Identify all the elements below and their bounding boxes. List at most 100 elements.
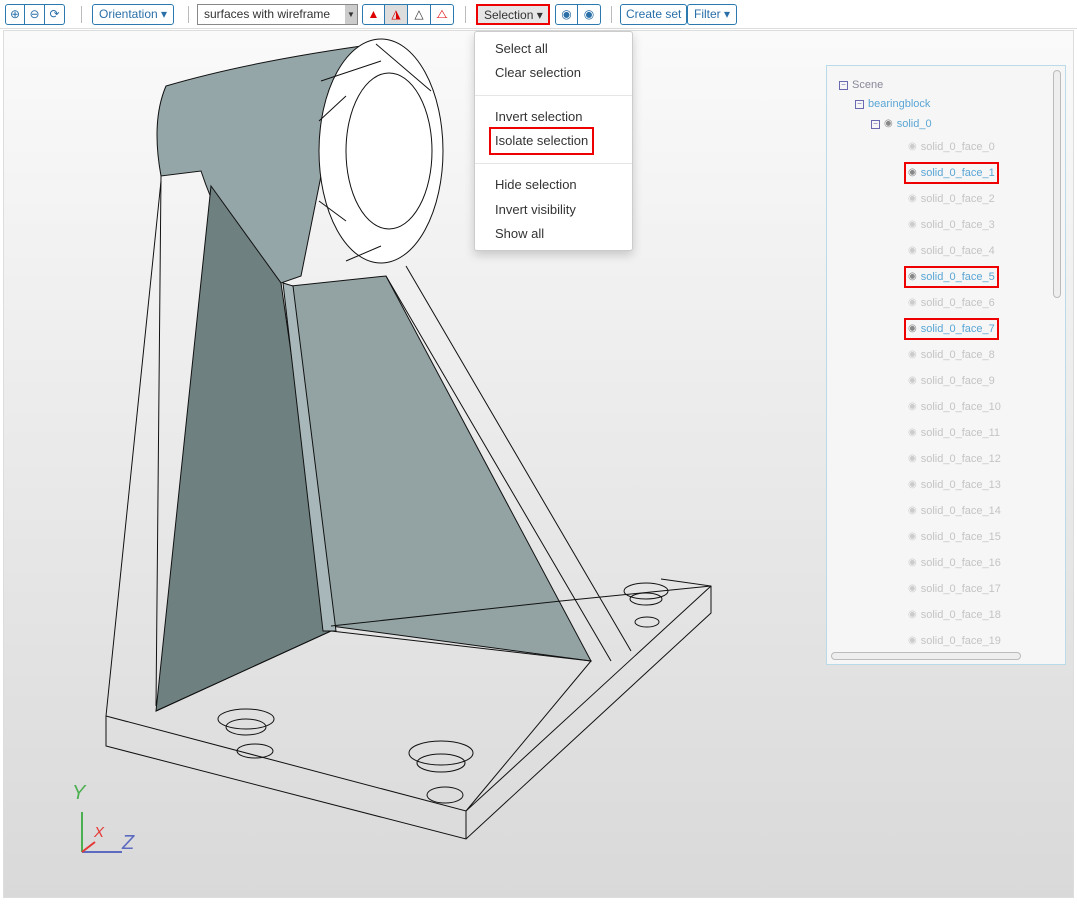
tree-node-face[interactable]: ◉ solid_0_face_19 <box>908 634 1001 648</box>
eye-icon[interactable]: ◉ <box>908 530 917 544</box>
tree-node-label: solid_0_face_10 <box>920 401 1001 413</box>
vertical-scrollbar[interactable] <box>1053 70 1061 298</box>
tree-node-face[interactable]: ◉ solid_0_face_15 <box>908 530 1001 544</box>
shading-group: ▲ ◮ △ ⧍ <box>362 4 454 25</box>
tree-node-label: solid_0_face_12 <box>920 453 1001 465</box>
tree-node-face[interactable]: ◉ solid_0_face_6 <box>908 296 995 310</box>
eye-icon[interactable]: ◉ <box>908 270 917 284</box>
eye-icon[interactable]: ◉ <box>908 634 917 648</box>
tree-node-face[interactable]: ◉ solid_0_face_10 <box>908 400 1001 414</box>
collapse-icon[interactable]: − <box>871 119 880 129</box>
tree-node-label: solid_0_face_16 <box>920 557 1001 569</box>
collapse-icon[interactable]: − <box>855 99 864 109</box>
eye-icon[interactable]: ◉ <box>908 166 917 180</box>
tree-node-label: solid_0_face_4 <box>920 245 995 257</box>
eye-icon[interactable]: ◉ <box>908 348 917 362</box>
menu-item-show-all[interactable]: Show all <box>495 224 544 244</box>
tree-node-face[interactable]: ◉ solid_0_face_12 <box>908 452 1001 466</box>
menu-item-hide-selection[interactable]: Hide selection <box>495 175 577 195</box>
eye-icon[interactable]: ◉ <box>908 244 917 258</box>
chevron-down-icon: ▼ <box>345 5 357 24</box>
eye-icon[interactable]: ◉ <box>908 582 917 596</box>
divider <box>188 6 189 23</box>
tree-node-label: solid_0_face_5 <box>920 271 995 283</box>
tree-node-face[interactable]: ◉ solid_0_face_9 <box>908 374 995 388</box>
tree-node-label: solid_0_face_15 <box>920 531 1001 543</box>
points-icon[interactable]: ⧍ <box>431 4 454 25</box>
tree-node-face[interactable]: ◉ solid_0_face_1 <box>904 162 999 184</box>
eye-icon[interactable]: ◉ <box>908 504 917 518</box>
menu-item-invert-selection[interactable]: Invert selection <box>495 107 582 127</box>
eye-icon[interactable]: ◉ <box>908 478 917 492</box>
tree-node-label: solid_0_face_2 <box>920 193 995 205</box>
render-mode-value: surfaces with wireframe <box>204 7 331 21</box>
eye-icon[interactable]: ◉ <box>908 452 917 466</box>
eye-icon[interactable]: ◉ <box>908 400 917 414</box>
zoom-group: ⊕ ⊖ ⟳ <box>5 4 65 25</box>
selection-button[interactable]: Selection ▾ <box>476 4 550 25</box>
menu-item-clear-selection[interactable]: Clear selection <box>495 63 581 83</box>
tree-node-face[interactable]: ◉ solid_0_face_8 <box>908 348 995 362</box>
tree-node-label: solid_0_face_1 <box>920 167 995 179</box>
collapse-icon[interactable]: − <box>839 80 848 90</box>
create-set-button[interactable]: Create set <box>620 4 688 25</box>
tree-node-label: solid_0_face_13 <box>920 479 1001 491</box>
tree-node-face[interactable]: ◉ solid_0_face_16 <box>908 556 1001 570</box>
tree-node-label: solid_0_face_14 <box>920 505 1001 517</box>
tree-node-face[interactable]: ◉ solid_0_face_7 <box>904 318 999 340</box>
zoom-out-icon[interactable]: ⊖ <box>25 4 45 25</box>
zoom-in-icon[interactable]: ⊕ <box>5 4 25 25</box>
eye-slash-icon[interactable]: ◉ <box>555 4 578 25</box>
tree-node-face[interactable]: ◉ solid_0_face_2 <box>908 192 995 206</box>
menu-item-select-all[interactable]: Select all <box>495 39 548 59</box>
tree-node-face[interactable]: ◉ solid_0_face_3 <box>908 218 995 232</box>
toolbar: ⊕ ⊖ ⟳ Orientation ▾ surfaces with wirefr… <box>0 0 1077 29</box>
tree-node-face[interactable]: ◉ solid_0_face_5 <box>904 266 999 288</box>
eye-icon[interactable]: ◉ <box>908 556 917 570</box>
refresh-icon[interactable]: ⟳ <box>45 4 65 25</box>
axis-gizmo: Y X Z <box>70 782 150 862</box>
tree-node-label: solid_0_face_0 <box>920 141 995 153</box>
solid-shading-icon[interactable]: ▲ <box>362 4 385 25</box>
wireframe-icon[interactable]: △ <box>408 4 431 25</box>
tree-node-face[interactable]: ◉ solid_0_face_18 <box>908 608 1001 622</box>
eye-icon[interactable]: ◉ <box>908 192 917 206</box>
eye-icon[interactable]: ◉ <box>908 608 917 622</box>
eye-icon[interactable]: ◉ <box>908 322 917 336</box>
eye-icon[interactable]: ◉ <box>908 426 917 440</box>
scene-tree-panel: − Scene − bearingblock − ◉ solid_0 ◉ solid_0_… <box>826 65 1066 665</box>
menu-item-invert-visibility[interactable]: Invert visibility <box>495 200 576 220</box>
tree-node-label: bearingblock <box>868 98 931 110</box>
axis-x-label: X <box>94 824 105 841</box>
orientation-button[interactable]: Orientation ▾ <box>92 4 175 25</box>
tree-node-face[interactable]: ◉ solid_0_face_13 <box>908 478 1001 492</box>
tree-node-label: solid_0 <box>896 118 932 130</box>
tree-node-model[interactable]: − bearingblock <box>855 97 930 111</box>
wire-shading-icon[interactable]: ◮ <box>385 4 408 25</box>
eye-icon[interactable]: ◉ <box>908 218 917 232</box>
tree-node-label: Scene <box>852 79 884 91</box>
divider <box>611 6 612 23</box>
divider <box>81 6 82 23</box>
menu-item-isolate-selection[interactable]: Isolate selection <box>488 127 595 155</box>
horizontal-scrollbar[interactable] <box>831 652 1021 660</box>
render-mode-select[interactable]: surfaces with wireframe ▼ <box>197 4 358 25</box>
tree-node-face[interactable]: ◉ solid_0_face_0 <box>908 140 995 154</box>
eye-icon[interactable]: ◉ <box>908 140 917 154</box>
tree-node-label: solid_0_face_6 <box>920 297 995 309</box>
filter-button[interactable]: Filter ▾ <box>687 4 738 25</box>
tree-node-solid[interactable]: − ◉ solid_0 <box>871 117 932 131</box>
eye-icon[interactable]: ◉ <box>578 4 601 25</box>
divider <box>465 6 466 23</box>
eye-icon[interactable]: ◉ <box>908 296 917 310</box>
tree-node-face[interactable]: ◉ solid_0_face_4 <box>908 244 995 258</box>
eye-icon[interactable]: ◉ <box>884 117 893 131</box>
menu-divider <box>475 95 632 96</box>
tree-node-face[interactable]: ◉ solid_0_face_14 <box>908 504 1001 518</box>
tree-node-face[interactable]: ◉ solid_0_face_17 <box>908 582 1001 596</box>
tree-node-face[interactable]: ◉ solid_0_face_11 <box>908 426 1000 440</box>
axis-z-label: Z <box>122 832 135 854</box>
tree-node-scene[interactable]: − Scene <box>839 78 883 92</box>
eye-icon[interactable]: ◉ <box>908 374 917 388</box>
selection-menu: Select all Clear selection Invert select… <box>474 31 633 251</box>
